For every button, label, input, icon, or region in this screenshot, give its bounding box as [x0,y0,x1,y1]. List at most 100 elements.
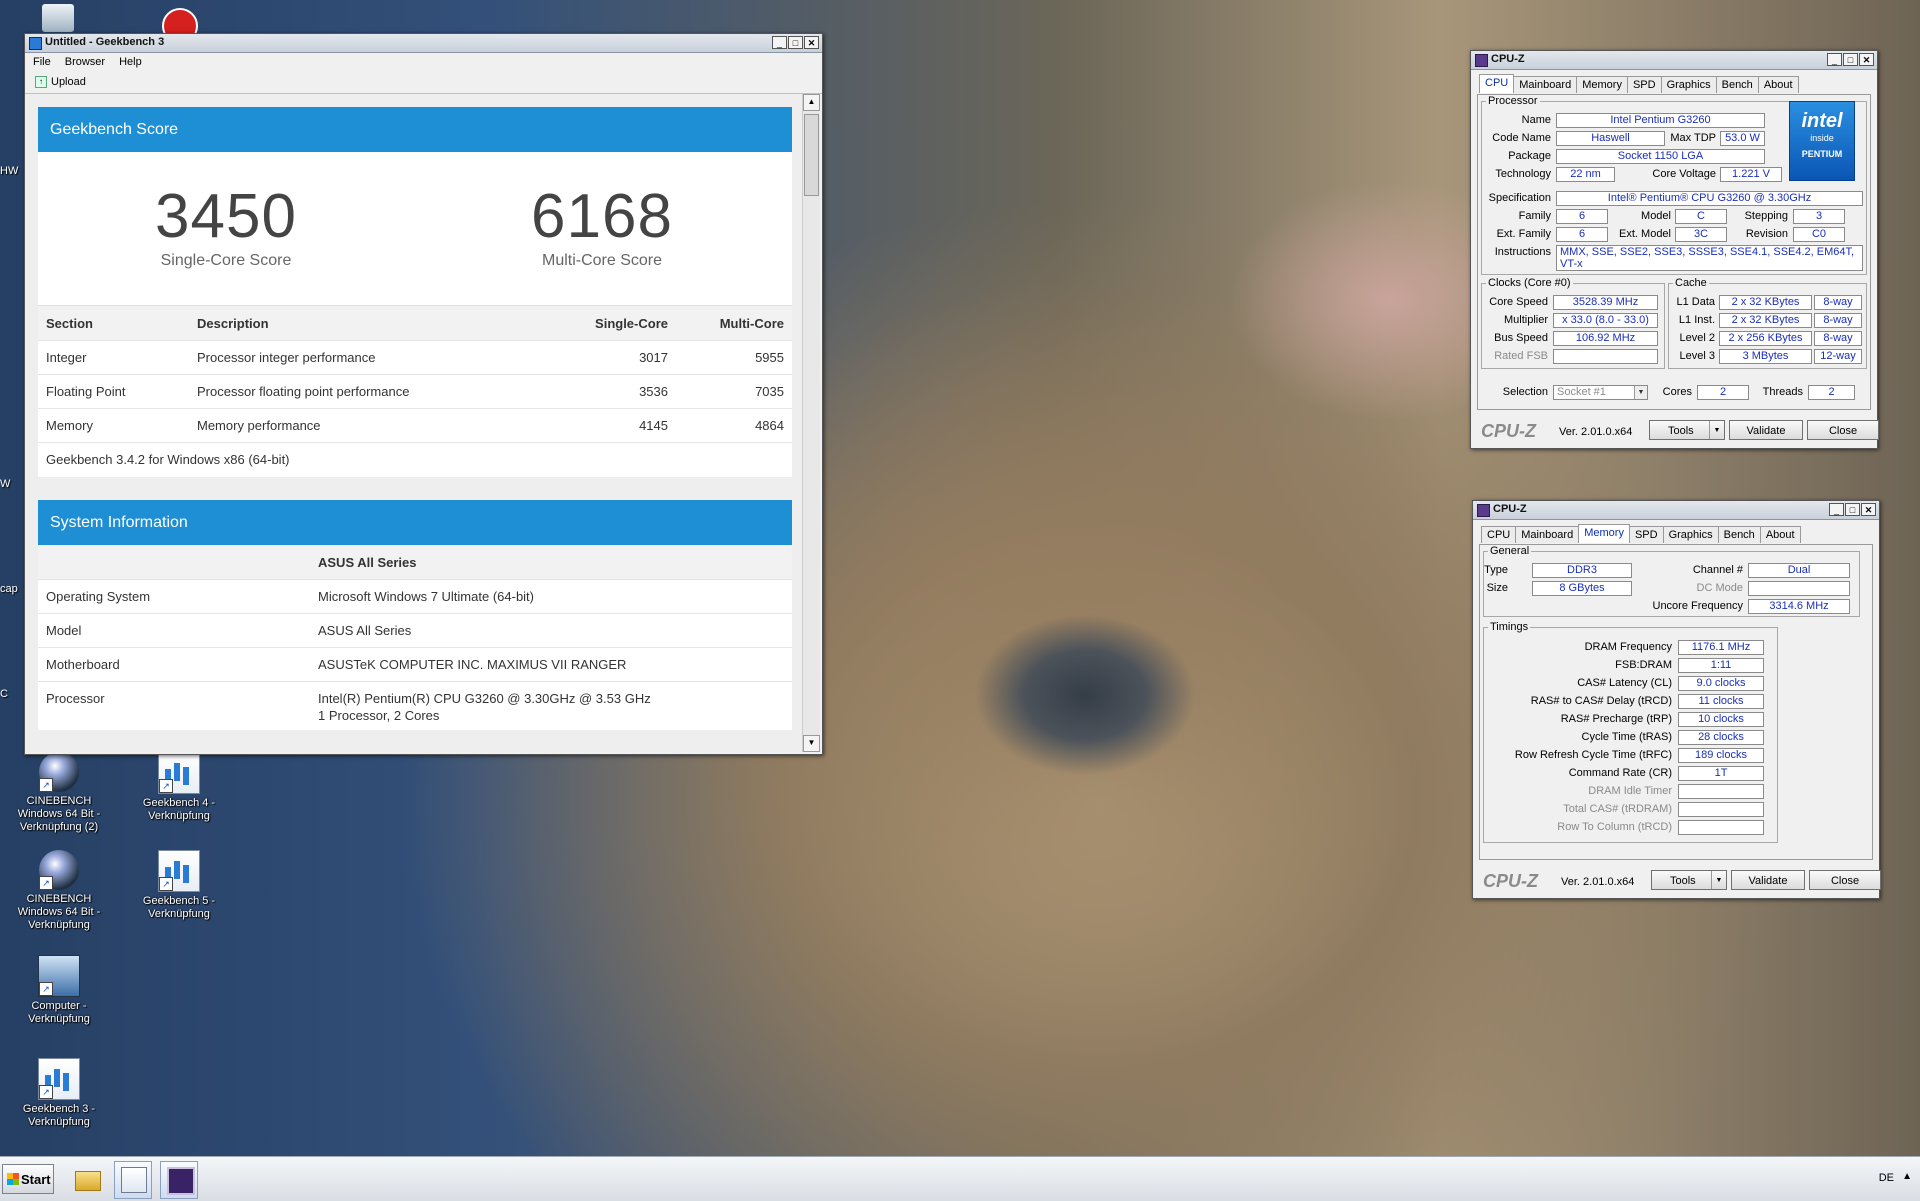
timing-value: 1T [1678,766,1764,781]
taskbar-explorer[interactable] [68,1161,106,1199]
maximize-button[interactable]: □ [1845,503,1860,516]
tab-bar: CPU Mainboard Memory SPD Graphics Bench … [1479,74,1799,94]
processor-name: Intel(R) Pentium(R) CPU G3260 @ 3.30GHz … [318,691,651,706]
shortcut-arrow-icon: ↗ [39,778,53,792]
memory-tab-panel: General Type DDR3 Size 8 GBytes Channel … [1479,544,1873,860]
desktop-icon-geekbench5[interactable]: ↗ Geekbench 5 - Verknüpfung [124,850,234,921]
title-bar[interactable]: CPU-Z _ □ ✕ [1471,51,1877,70]
cache-size-field: 2 x 32 KBytes [1719,295,1812,310]
minimize-button[interactable]: _ [1829,503,1844,516]
upload-label: Upload [51,76,86,88]
multi-core-score: 6168 Multi-Core Score [452,186,752,270]
timing-value: 1176.1 MHz [1678,640,1764,655]
desktop-icon-label: Computer - Verknüpfung [28,1000,90,1025]
timing-value [1678,784,1764,799]
field-label: Ext. Family [1496,228,1551,240]
title-bar[interactable]: CPU-Z _ □ ✕ [1473,501,1879,520]
close-button[interactable]: ✕ [1861,503,1876,516]
tab-mainboard[interactable]: Mainboard [1515,526,1580,543]
intel-logo-inside: inside [1810,133,1834,143]
menu-browser[interactable]: Browser [65,56,105,68]
tab-bench[interactable]: Bench [1717,526,1761,543]
desktop-wallpaper: HW W cap C ↗ CINEBENCH Windows 64 Bit - … [0,0,1920,1156]
desktop-icon-computer[interactable]: ↗ Computer - Verknüpfung [4,955,114,1026]
window-title: CPU-Z [1491,53,1525,65]
cores-field: 2 [1697,385,1749,400]
chevron-down-icon: ▼ [1711,871,1726,889]
menu-file[interactable]: File [33,56,51,68]
tools-button[interactable]: Tools ▼ [1649,420,1725,440]
single-core-value: 3536 [550,374,676,409]
cpuz-logo: CPU-Z [1483,871,1538,891]
timing-value: 1:11 [1678,658,1764,673]
desktop-icon-geekbench3[interactable]: ↗ Geekbench 3 - Verknüpfung [4,1058,114,1129]
multi-core-value: 5955 [676,340,792,375]
version-label: Ver. 2.01.0.x64 [1561,876,1635,888]
selection-dropdown[interactable]: Socket #1 ▼ [1553,385,1648,400]
desktop-icon-label: CINEBENCH Windows 64 Bit - Verknüpfung [17,893,101,931]
ext-model-field: 3C [1675,227,1727,242]
chevron-up-icon[interactable]: ▲ [1902,1171,1912,1182]
maximize-button[interactable]: □ [788,36,803,49]
cpuz-app-icon [1475,54,1488,67]
vertical-scrollbar[interactable]: ▲ ▼ [802,94,820,752]
start-button[interactable]: Start [2,1164,54,1194]
close-dialog-button[interactable]: Close [1809,870,1881,890]
close-button[interactable]: ✕ [1859,53,1874,66]
table-row: Operating System Microsoft Windows 7 Ult… [38,579,792,614]
tab-cpu[interactable]: CPU [1479,74,1515,93]
field-label: Model [1641,210,1671,222]
minimize-button[interactable]: _ [772,36,787,49]
validate-button[interactable]: Validate [1731,870,1805,890]
minimize-button[interactable]: _ [1827,53,1842,66]
title-bar[interactable]: Untitled - Geekbench 3 _ □ ✕ [25,34,822,53]
scroll-up-arrow-icon[interactable]: ▲ [803,94,820,111]
scroll-down-arrow-icon[interactable]: ▼ [803,735,820,752]
tab-about[interactable]: About [1757,76,1799,93]
tab-bench[interactable]: Bench [1715,76,1759,93]
desktop-icon-cinebench-1[interactable]: ↗ CINEBENCH Windows 64 Bit - Verknüpfung [4,850,114,932]
tab-graphics[interactable]: Graphics [1662,526,1719,543]
family-field: 6 [1556,209,1608,224]
intel-pentium-logo: intel inside PENTIUM [1789,101,1855,181]
group-legend: General [1490,545,1530,557]
close-button[interactable]: ✕ [804,36,819,49]
desktop-icon-cinebench-2[interactable]: ↗ CINEBENCH Windows 64 Bit - Verknüpfung… [4,752,114,834]
tab-mainboard[interactable]: Mainboard [1513,76,1578,93]
field-label: Name [1521,114,1551,126]
cache-assoc-field: 8-way [1814,313,1862,328]
field-label: Technology [1495,168,1551,180]
group-legend: Timings [1490,621,1529,633]
tools-button[interactable]: Tools ▼ [1651,870,1727,890]
tab-graphics[interactable]: Graphics [1660,76,1717,93]
tab-memory[interactable]: Memory [1578,524,1630,543]
language-indicator[interactable]: DE [1879,1172,1894,1184]
tab-cpu[interactable]: CPU [1481,526,1517,543]
taskbar-cpuz[interactable] [160,1161,198,1199]
field-label: Family [1518,210,1551,222]
tab-about[interactable]: About [1759,526,1801,543]
toolbar: ↑ Upload [25,71,822,94]
tab-spd[interactable]: SPD [1626,76,1662,93]
timing-label: FSB:DRAM [1615,659,1672,671]
tab-memory[interactable]: Memory [1576,76,1628,93]
cache-label: Level 3 [1679,350,1715,362]
tab-spd[interactable]: SPD [1628,526,1664,543]
uncore-frequency-field: 3314.6 MHz [1748,599,1850,614]
scroll-thumb[interactable] [804,114,819,196]
desktop-label-fragment: C [0,688,8,700]
desktop-icon-recycle-bin[interactable] [3,4,113,35]
taskbar-geekbench[interactable] [114,1161,152,1199]
menu-help[interactable]: Help [119,56,142,68]
desktop-icon-geekbench4[interactable]: ↗ Geekbench 4 - Verknüpfung [124,752,234,823]
upload-button[interactable]: ↑ Upload [35,76,86,88]
close-dialog-button[interactable]: Close [1807,420,1879,440]
timing-value: 189 clocks [1678,748,1764,763]
cache-size-field: 2 x 32 KBytes [1719,313,1812,328]
multi-core-score-label: Multi-Core Score [541,252,663,269]
timing-label: Row Refresh Cycle Time (tRFC) [1514,749,1672,761]
geekbench-app-icon [29,37,42,50]
validate-button[interactable]: Validate [1729,420,1803,440]
maximize-button[interactable]: □ [1843,53,1858,66]
model-field: C [1675,209,1727,224]
